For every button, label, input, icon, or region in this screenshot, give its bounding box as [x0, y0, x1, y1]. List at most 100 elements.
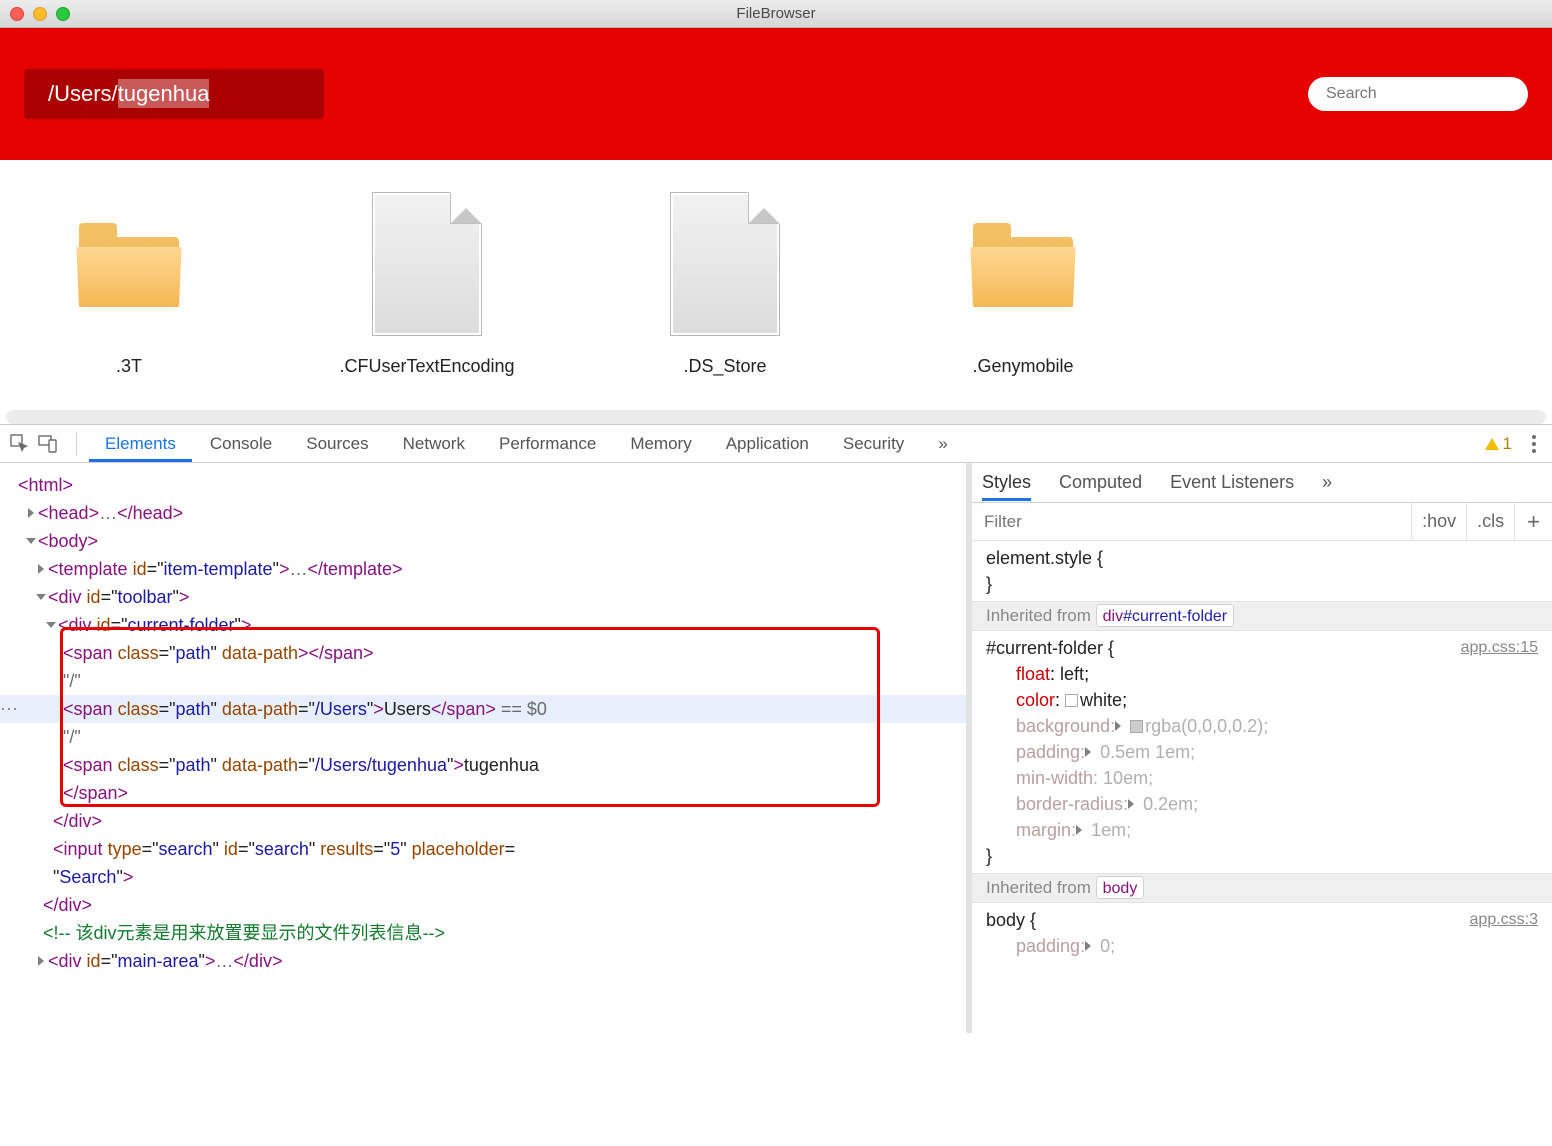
gutter-dots: ⋯ — [0, 695, 19, 723]
warning-icon — [1485, 438, 1499, 450]
file-grid: .3T .CFUserTextEncoding .DS_Store .Genym… — [0, 160, 1552, 410]
tab-network[interactable]: Network — [387, 426, 481, 462]
current-folder-path[interactable]: /Users/tugenhua — [24, 69, 324, 119]
dom-node[interactable]: <html> — [18, 475, 73, 495]
inherited-selector-badge[interactable]: body — [1096, 876, 1145, 899]
expand-icon[interactable] — [1076, 825, 1082, 835]
dom-node[interactable]: </span> — [431, 699, 496, 719]
dom-node[interactable]: </div> — [233, 951, 282, 971]
ellipsis: … — [215, 951, 233, 971]
collapse-icon[interactable] — [26, 538, 36, 544]
selector-text: body { — [986, 907, 1538, 933]
hov-toggle[interactable]: :hov — [1411, 503, 1466, 540]
file-item-label: .Genymobile — [894, 356, 1152, 377]
toolbar: /Users/tugenhua — [0, 28, 1552, 160]
horizontal-scrollbar[interactable] — [6, 410, 1546, 424]
rule-current-folder[interactable]: app.css:15 #current-folder { float: left… — [972, 631, 1552, 873]
expand-icon[interactable] — [38, 956, 44, 966]
dom-text-node[interactable]: "/" — [63, 671, 81, 691]
expand-icon[interactable] — [38, 564, 44, 574]
folder-icon — [973, 221, 1073, 307]
tab-application[interactable]: Application — [710, 426, 825, 462]
inherited-header: Inherited from body — [972, 873, 1552, 903]
tabs-overflow-icon[interactable]: » — [1322, 464, 1332, 501]
inspect-icon[interactable] — [10, 434, 30, 454]
dom-node[interactable]: <head> — [38, 503, 99, 523]
collapse-icon[interactable] — [46, 622, 56, 628]
dom-node[interactable]: </head> — [117, 503, 183, 523]
cls-toggle[interactable]: .cls — [1466, 503, 1514, 540]
brace: } — [986, 571, 1538, 597]
traffic-lights — [10, 7, 70, 21]
search-input[interactable] — [1308, 77, 1528, 111]
expand-icon[interactable] — [1085, 941, 1091, 951]
expand-icon[interactable] — [1085, 747, 1091, 757]
file-item-folder[interactable]: .3T — [0, 180, 258, 410]
tab-performance[interactable]: Performance — [483, 426, 612, 462]
selector-text: element.style { — [986, 545, 1538, 571]
close-icon[interactable] — [10, 7, 24, 21]
dom-comment[interactable]: <!-- 该div元素是用来放置要显示的文件列表信息--> — [43, 923, 445, 943]
tab-memory[interactable]: Memory — [614, 426, 707, 462]
tab-event-listeners[interactable]: Event Listeners — [1170, 464, 1294, 501]
tab-elements[interactable]: Elements — [89, 426, 192, 462]
more-menu-icon[interactable] — [1526, 435, 1542, 453]
warning-count: 1 — [1503, 434, 1512, 454]
file-item-label: .3T — [0, 356, 258, 377]
tabs-overflow-icon[interactable]: » — [922, 426, 963, 462]
selector-text: #current-folder { — [986, 635, 1538, 661]
inherited-label: Inherited from — [986, 878, 1091, 897]
dom-node[interactable]: <body> — [38, 531, 98, 551]
device-toggle-icon[interactable] — [38, 434, 58, 454]
file-item-label: .CFUserTextEncoding — [298, 356, 556, 377]
styles-panel: Styles Computed Event Listeners » :hov .… — [972, 463, 1552, 1033]
expand-icon[interactable] — [1115, 721, 1121, 731]
source-link[interactable]: app.css:15 — [1461, 635, 1538, 661]
file-item-label: .DS_Store — [596, 356, 854, 377]
file-icon — [670, 192, 780, 336]
rule-elementstyle[interactable]: element.style { } — [972, 541, 1552, 601]
tab-sources[interactable]: Sources — [290, 426, 384, 462]
dom-node[interactable]: </template> — [307, 559, 402, 579]
dom-tree-panel[interactable]: ⋯ <html> <head>…</head> <body> <template… — [0, 463, 972, 1033]
tab-computed[interactable]: Computed — [1059, 464, 1142, 501]
dom-node[interactable]: </div> — [53, 811, 102, 831]
tab-security[interactable]: Security — [827, 426, 920, 462]
minimize-icon[interactable] — [33, 7, 47, 21]
color-swatch-icon[interactable] — [1065, 694, 1078, 707]
source-link[interactable]: app.css:3 — [1470, 907, 1538, 933]
tab-console[interactable]: Console — [194, 426, 288, 462]
path-selected-segment: tugenhua — [118, 79, 210, 108]
inherited-label: Inherited from — [986, 606, 1091, 625]
ellipsis: … — [99, 503, 117, 523]
ellipsis: … — [289, 559, 307, 579]
devtools: Elements Console Sources Network Perform… — [0, 424, 1552, 1033]
file-item-file[interactable]: .DS_Store — [596, 180, 854, 410]
folder-icon — [79, 221, 179, 307]
file-item-file[interactable]: .CFUserTextEncoding — [298, 180, 556, 410]
new-rule-icon[interactable]: + — [1514, 503, 1552, 540]
dom-text-node[interactable]: "/" — [63, 727, 81, 747]
dom-text-node[interactable]: Users — [384, 699, 431, 719]
rule-body[interactable]: app.css:3 body { padding: 0; — [972, 903, 1552, 963]
dom-node[interactable]: </span> — [63, 783, 128, 803]
styles-filter-input[interactable] — [972, 506, 1411, 538]
dom-node[interactable]: </div> — [43, 895, 92, 915]
styles-tabbar: Styles Computed Event Listeners » — [972, 463, 1552, 503]
window-title: FileBrowser — [736, 5, 815, 22]
warnings-badge[interactable]: 1 — [1485, 434, 1512, 454]
file-item-folder[interactable]: .Genymobile — [894, 180, 1152, 410]
file-icon — [372, 192, 482, 336]
expand-icon[interactable] — [28, 508, 34, 518]
dom-text-node[interactable]: tugenhua — [464, 755, 539, 775]
collapse-icon[interactable] — [36, 594, 46, 600]
expand-icon[interactable] — [1128, 799, 1134, 809]
zoom-icon[interactable] — [56, 7, 70, 21]
styles-filter-bar: :hov .cls + — [972, 503, 1552, 541]
tab-styles[interactable]: Styles — [982, 464, 1031, 501]
color-swatch-icon[interactable] — [1130, 720, 1143, 733]
separator — [76, 433, 77, 455]
inherited-selector-badge[interactable]: div#current-folder — [1096, 604, 1235, 627]
brace: } — [986, 843, 1538, 869]
inherited-header: Inherited from div#current-folder — [972, 601, 1552, 631]
